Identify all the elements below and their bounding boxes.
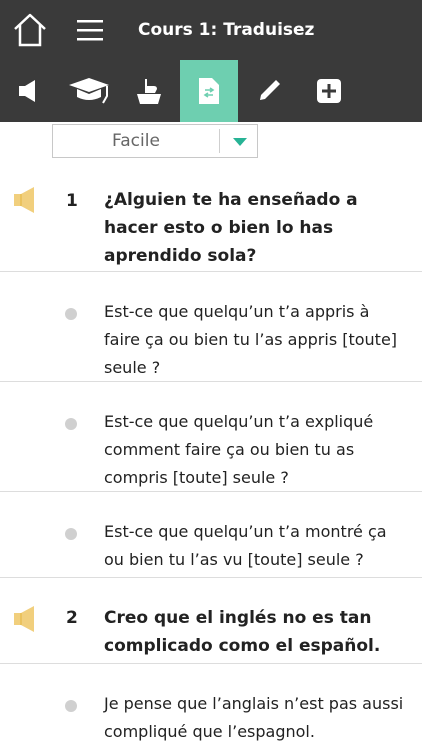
bullet-icon bbox=[65, 418, 77, 430]
tool-translate[interactable] bbox=[180, 60, 238, 122]
menu-icon[interactable] bbox=[77, 19, 103, 41]
chevron-down-icon[interactable] bbox=[233, 138, 247, 146]
question-number: 2 bbox=[66, 608, 78, 628]
speaker-icon[interactable] bbox=[12, 605, 42, 633]
difficulty-divider bbox=[219, 129, 220, 153]
document-swap-icon bbox=[199, 78, 219, 104]
difficulty-value: Facile bbox=[112, 131, 160, 151]
bullet-icon bbox=[65, 528, 77, 540]
answer-text: Je pense que l’anglais n’est pas aussi c… bbox=[104, 694, 404, 741]
answer-row[interactable]: Est-ce que quelqu’un t’a appris à faire … bbox=[0, 272, 422, 382]
plus-icon bbox=[317, 79, 341, 103]
bullet-icon bbox=[65, 700, 77, 712]
answer-row[interactable]: Est-ce que quelqu’un t’a montré ça ou bi… bbox=[0, 492, 422, 578]
home-icon[interactable] bbox=[12, 12, 48, 48]
answer-text: Est-ce que quelqu’un t’a montré ça ou bi… bbox=[104, 522, 387, 569]
tool-pencil[interactable] bbox=[240, 60, 298, 122]
tool-speaker[interactable] bbox=[0, 60, 58, 122]
difficulty-select[interactable]: Facile bbox=[52, 124, 258, 158]
question-number: 1 bbox=[66, 191, 78, 211]
answer-text: Est-ce que quelqu’un t’a expliqué commen… bbox=[104, 412, 374, 487]
question-text: ¿Alguien te ha enseñado a hacer esto o b… bbox=[104, 190, 358, 266]
question-row: 2 Creo que el inglés no es tan complicad… bbox=[0, 578, 422, 664]
question-row: 1 ¿Alguien te ha enseñado a hacer esto o… bbox=[0, 172, 422, 272]
answer-text: Est-ce que quelqu’un t’a appris à faire … bbox=[104, 302, 398, 377]
tool-hand-press[interactable] bbox=[120, 60, 178, 122]
hand-press-icon bbox=[137, 79, 161, 104]
answer-row[interactable]: Je pense que l’anglais n’est pas aussi c… bbox=[0, 664, 422, 750]
tool-graduation[interactable] bbox=[60, 60, 118, 122]
answer-row[interactable]: Est-ce que quelqu’un t’a expliqué commen… bbox=[0, 382, 422, 492]
pencil-icon bbox=[260, 80, 280, 100]
question-text: Creo que el inglés no es tan complicado … bbox=[104, 608, 381, 656]
speaker-icon bbox=[19, 80, 35, 102]
tool-add[interactable] bbox=[300, 60, 358, 122]
speaker-icon[interactable] bbox=[12, 186, 42, 214]
bullet-icon bbox=[65, 308, 77, 320]
page-title: Cours 1: Traduisez bbox=[138, 20, 315, 40]
graduation-cap-icon bbox=[69, 78, 109, 104]
